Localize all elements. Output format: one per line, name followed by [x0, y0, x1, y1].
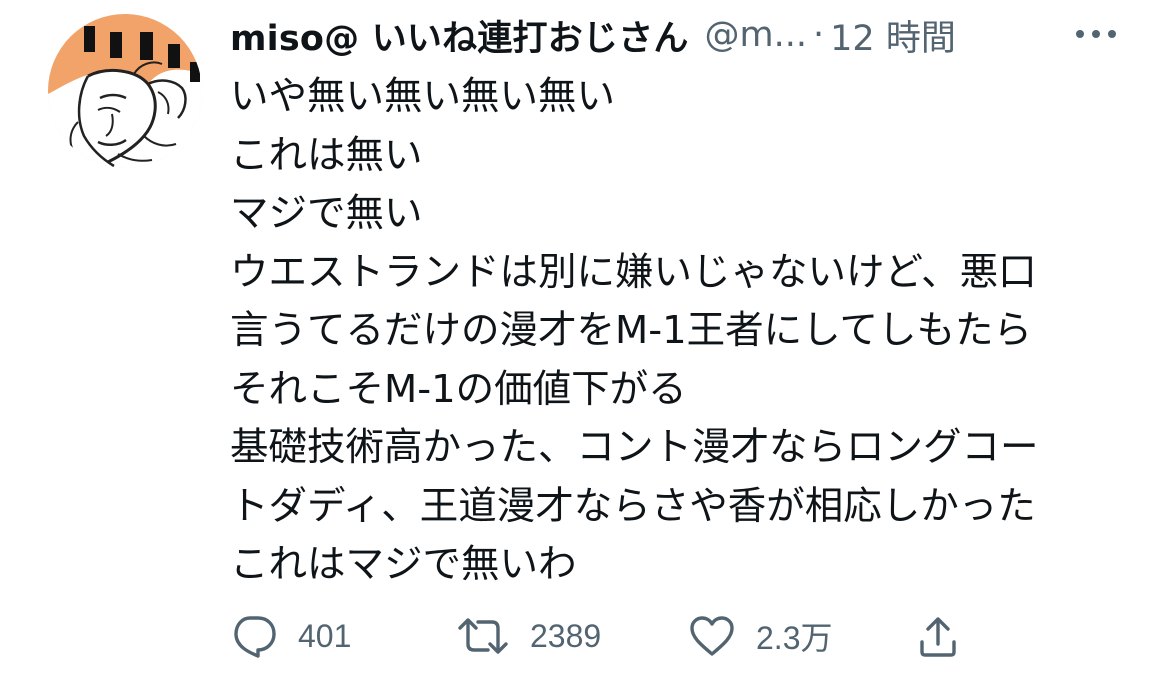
- user-handle[interactable]: @m...: [705, 15, 807, 55]
- more-options-button[interactable]: [1068, 14, 1124, 54]
- tweet-header: miso@ いいね連打おじさん @m... · 12 時間: [230, 10, 956, 61]
- tweet-text-line: トダディ、王道漫才ならさや香が相応しかった: [230, 483, 1036, 529]
- reply-button[interactable]: 401: [230, 604, 351, 668]
- tweet-text-line: これは無い: [230, 132, 423, 178]
- tweet-text-line: 基礎技術高かった、コント漫才ならロングコー: [230, 425, 1039, 470]
- retweet-icon: [458, 618, 508, 654]
- tweet-text: いや無い無い無い無い これは無い マジで無い ウエストランドは別に嫌いじゃないけ…: [230, 68, 1130, 595]
- more-horizontal-icon: [1076, 30, 1116, 38]
- tweet-text-line: ウエストランドは別に嫌いじゃないけど、悪口: [230, 249, 1037, 295]
- like-button[interactable]: 2.3万: [688, 604, 833, 668]
- tweet-text-line: いや無い無い無い無い: [230, 74, 616, 119]
- share-button[interactable]: [918, 604, 958, 668]
- heart-icon: [690, 616, 734, 656]
- tweet-text-line: これはマジで無いわ: [230, 542, 577, 587]
- avatar-manga-portrait: [48, 14, 202, 168]
- separator-dot: ·: [813, 15, 825, 55]
- tweet-actions: 401 2389 2.3万: [230, 604, 1130, 668]
- share-upload-icon: [920, 617, 956, 657]
- avatar[interactable]: [48, 14, 202, 168]
- tweet-timestamp[interactable]: 12 時間: [830, 10, 956, 61]
- tweet-text-line: それこそM-1の価値下がる: [230, 366, 687, 412]
- reply-count: 401: [298, 617, 352, 654]
- display-name[interactable]: miso@ いいね連打おじさん: [230, 10, 689, 61]
- tweet-text-line: マジで無い: [230, 191, 423, 236]
- reply-bubble-icon: [234, 616, 276, 658]
- like-count: 2.3万: [756, 620, 833, 656]
- retweet-count: 2389: [530, 617, 602, 654]
- tweet-text-line: 言うてるだけの漫才をM-1王者にしてしもたら: [230, 308, 1032, 353]
- retweet-button[interactable]: 2389: [456, 604, 601, 668]
- tweet[interactable]: miso@ いいね連打おじさん @m... · 12 時間 いや無い無い無い無い…: [0, 0, 1170, 685]
